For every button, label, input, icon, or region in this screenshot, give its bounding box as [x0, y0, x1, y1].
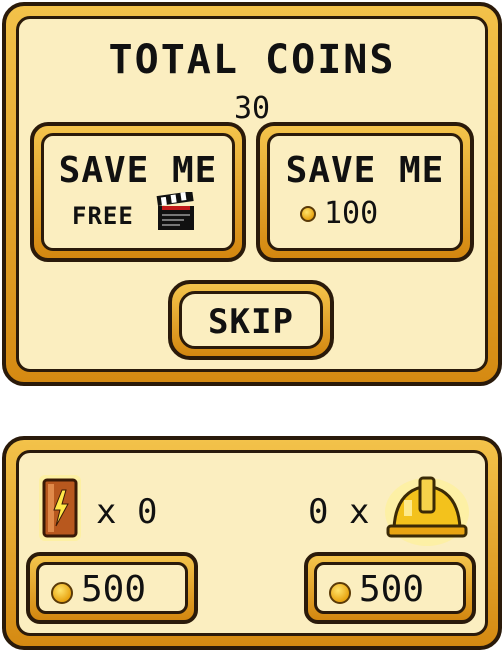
free-label: FREE — [72, 202, 134, 230]
skip-button-inner: SKIP — [179, 291, 323, 349]
buy-helmet-button[interactable]: 500 — [304, 552, 476, 624]
buy-battery-button[interactable]: 500 — [26, 552, 198, 624]
buy-battery-button-inner: 500 — [36, 562, 188, 614]
save-me-coins-price: 100 — [324, 196, 379, 231]
buy-helmet-price: 500 — [359, 569, 425, 610]
total-coins-value: 30 — [233, 91, 271, 126]
coin-icon — [329, 582, 351, 604]
coin-icon — [51, 582, 73, 604]
save-me-coins-button-inner: SAVE ME 100 — [267, 133, 463, 251]
battery-count: x 0 — [96, 492, 158, 532]
save-me-coins-button[interactable]: SAVE ME 100 — [256, 122, 474, 262]
save-me-free-button-inner: SAVE ME FREE — [41, 133, 235, 251]
clapperboard-icon — [156, 191, 196, 232]
battery-icon — [38, 474, 82, 542]
save-me-free-label: SAVE ME — [58, 150, 218, 191]
save-me-coins-label: SAVE ME — [285, 150, 445, 191]
coin-icon — [300, 206, 316, 222]
skip-label: SKIP — [208, 302, 294, 342]
helmet-icon — [384, 470, 470, 548]
total-coins-title: TOTAL COINS — [108, 37, 396, 83]
buy-battery-price: 500 — [81, 569, 147, 610]
helmet-count: 0 x — [308, 492, 370, 532]
skip-button[interactable]: SKIP — [168, 280, 334, 360]
save-me-free-button[interactable]: SAVE ME FREE — [30, 122, 246, 262]
buy-helmet-button-inner: 500 — [314, 562, 466, 614]
